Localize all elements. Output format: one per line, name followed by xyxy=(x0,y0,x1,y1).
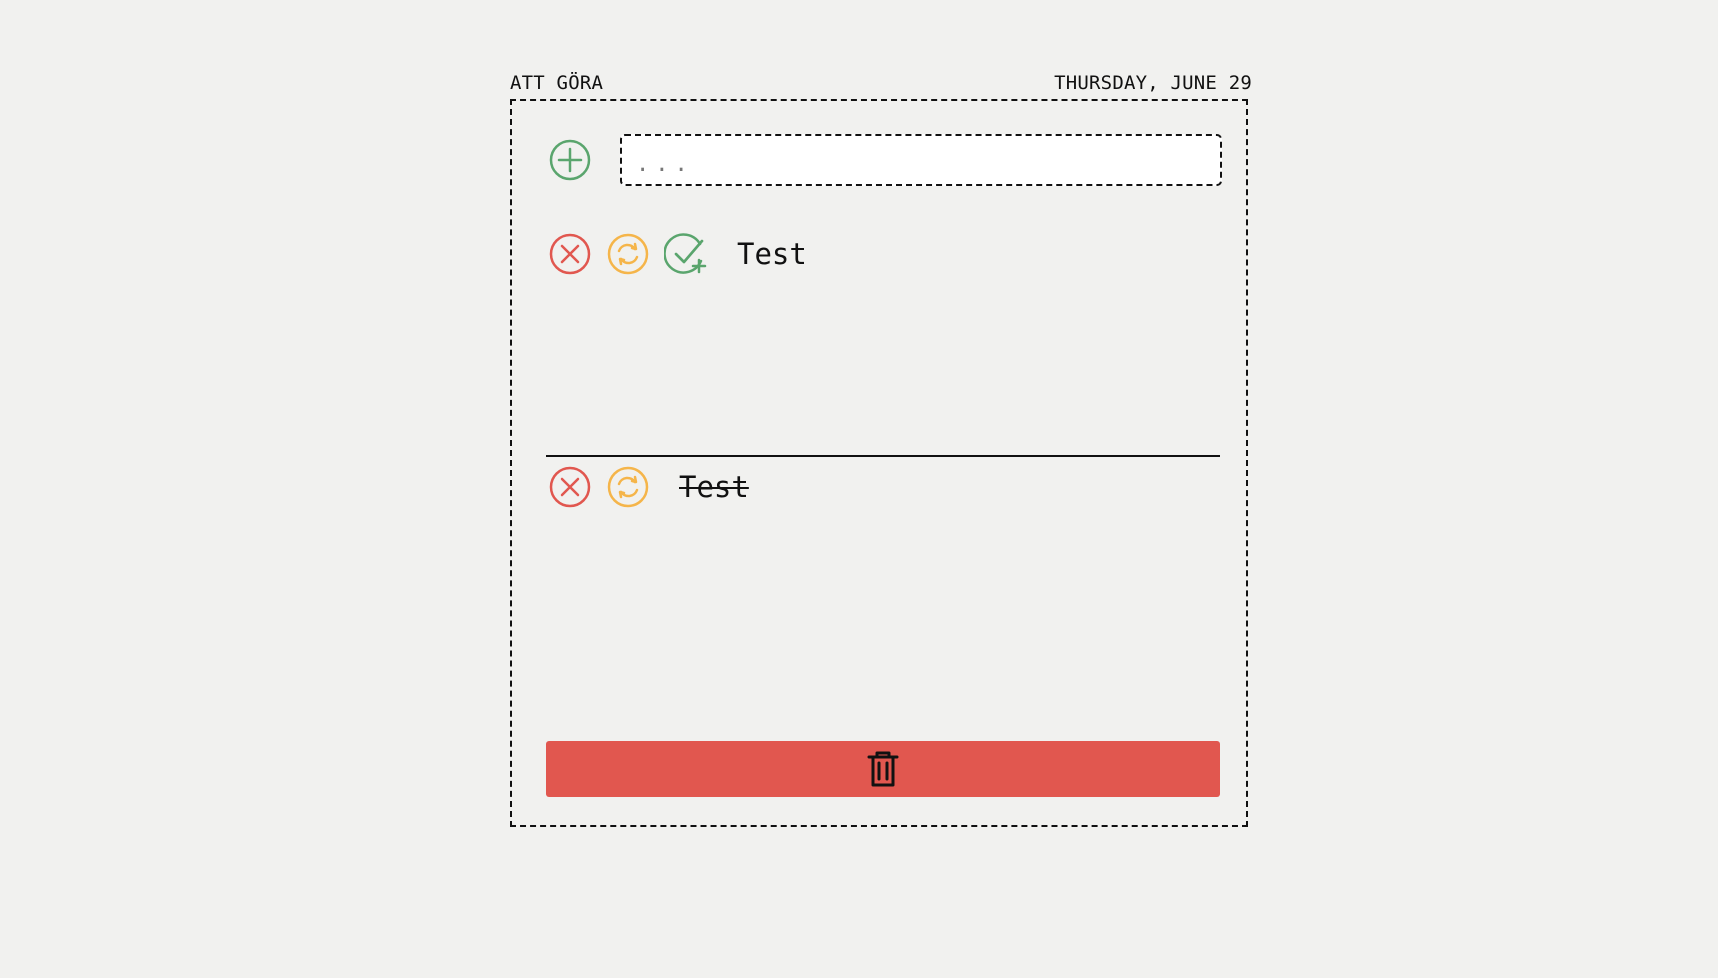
x-circle-icon xyxy=(549,233,591,275)
check-plus-icon xyxy=(664,233,707,274)
app-header: ATT GÖRA THURSDAY, JUNE 29 xyxy=(510,67,1252,99)
task-item-active: Test xyxy=(548,229,1222,279)
complete-task-button[interactable] xyxy=(664,232,708,276)
current-date: THURSDAY, JUNE 29 xyxy=(1054,72,1252,94)
new-task-input[interactable] xyxy=(620,134,1222,186)
task-item-completed: Test xyxy=(548,462,1222,512)
app-title: ATT GÖRA xyxy=(510,72,604,94)
add-task-button[interactable] xyxy=(548,138,592,182)
delete-task-button[interactable] xyxy=(548,232,592,276)
delete-task-button[interactable] xyxy=(548,465,592,509)
x-circle-icon xyxy=(549,466,591,508)
trash-icon xyxy=(867,751,899,787)
todo-app: ATT GÖRA THURSDAY, JUNE 29 ... Test Test xyxy=(510,67,1252,827)
todo-panel: Test Test xyxy=(510,99,1248,827)
restore-task-button[interactable] xyxy=(606,465,650,509)
clear-completed-button[interactable] xyxy=(546,741,1220,797)
completed-divider xyxy=(546,455,1220,457)
completed-task-text: Test xyxy=(679,470,749,504)
task-text: Test xyxy=(737,237,807,271)
refresh-circle-icon xyxy=(607,466,649,508)
reset-task-button[interactable] xyxy=(606,232,650,276)
refresh-circle-icon xyxy=(607,233,649,275)
new-task-row xyxy=(548,134,1222,188)
plus-circle-icon xyxy=(549,139,591,181)
